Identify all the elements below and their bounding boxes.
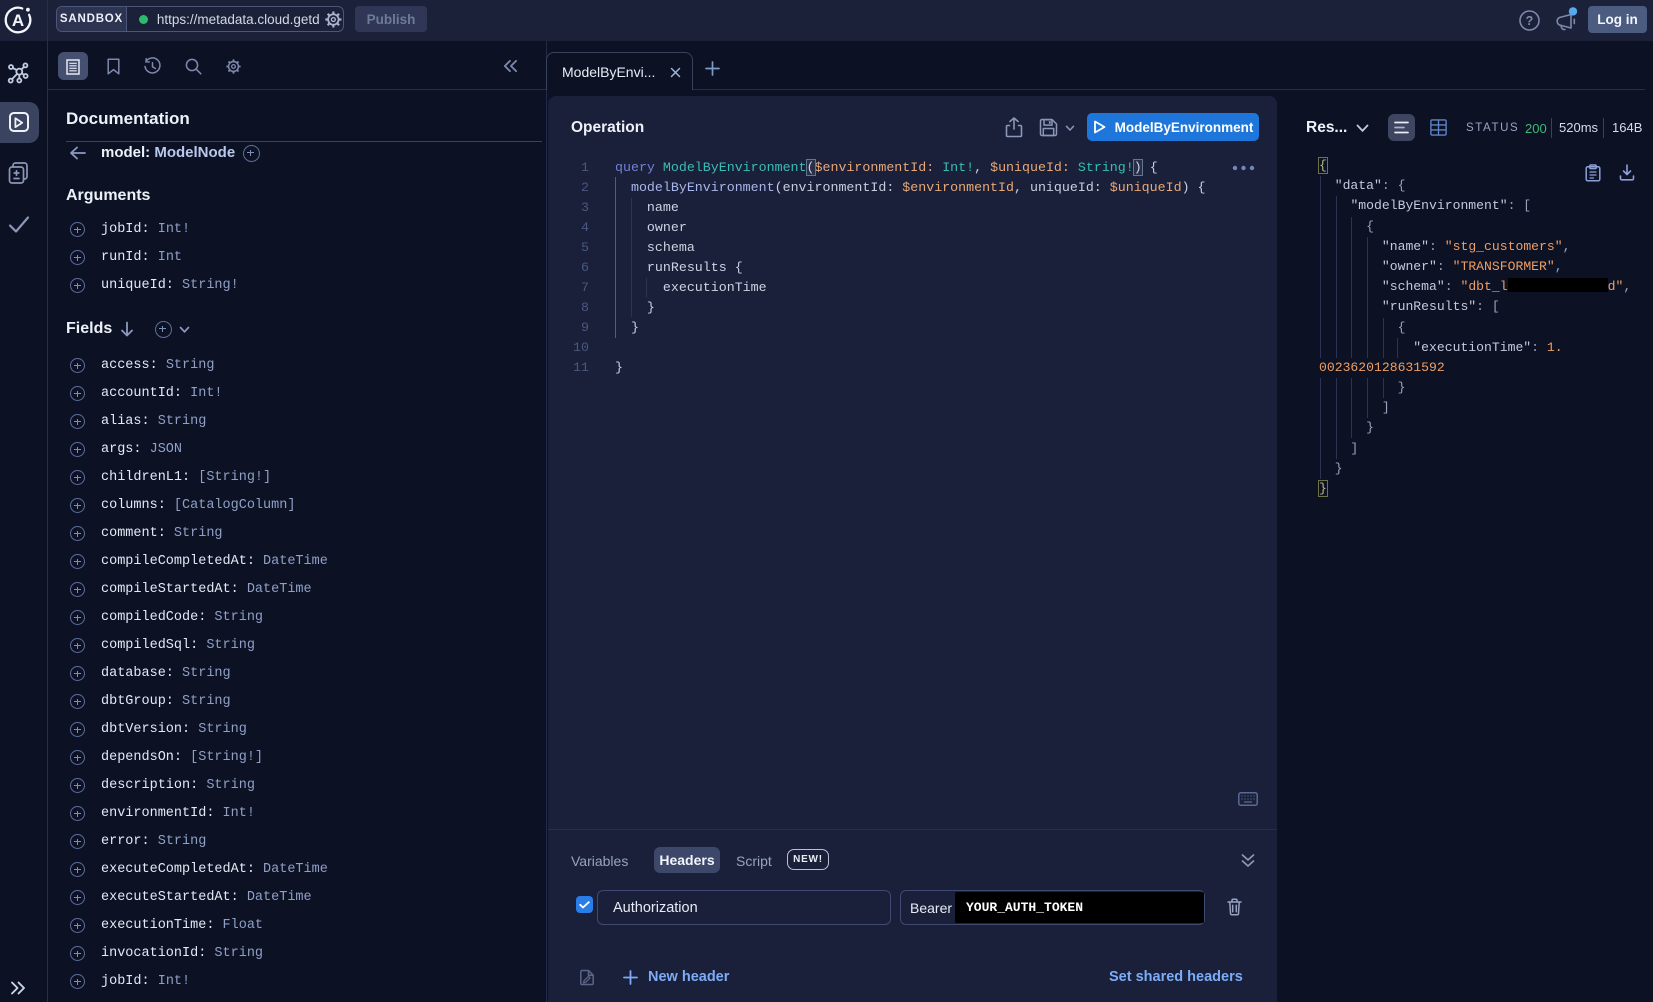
svg-text:A: A — [12, 11, 24, 30]
